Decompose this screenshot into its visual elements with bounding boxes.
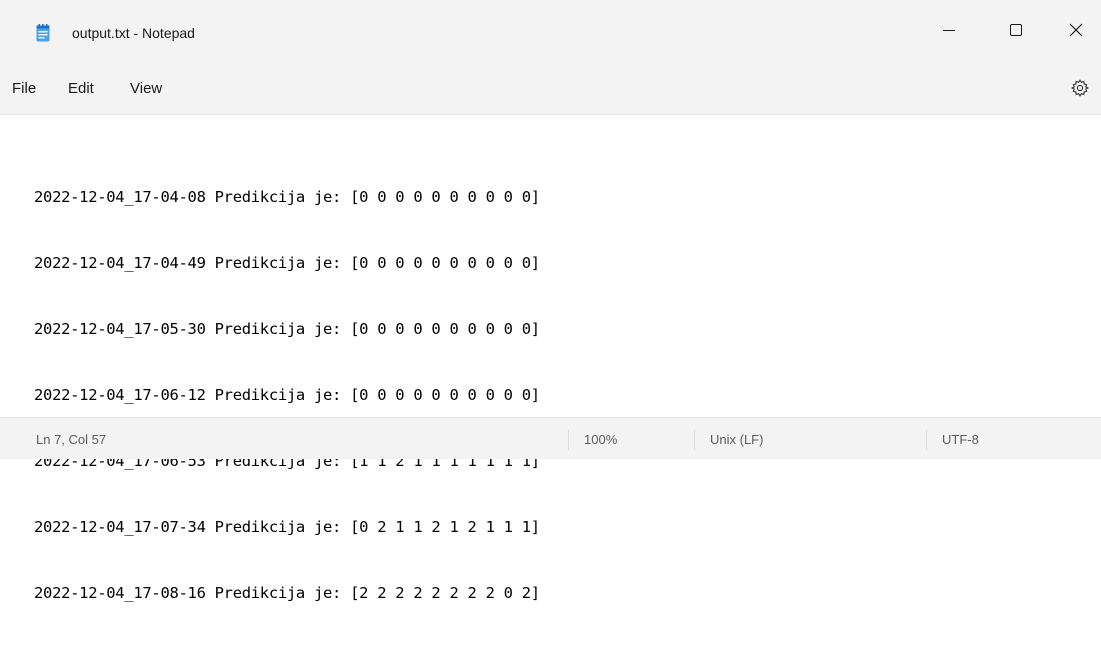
menu-view[interactable]: View xyxy=(130,79,162,99)
line-ending[interactable]: Unix (LF) xyxy=(710,432,763,448)
maximize-icon xyxy=(1010,23,1022,41)
status-divider xyxy=(694,430,695,450)
text-line: 2022-12-04_17-04-49 Predikcija je: [0 0 … xyxy=(34,254,540,272)
text-editor[interactable]: 2022-12-04_17-04-08 Predikcija je: [0 0 … xyxy=(0,114,1101,602)
gear-icon[interactable] xyxy=(1070,78,1090,98)
text-line: 2022-12-04_17-04-08 Predikcija je: [0 0 … xyxy=(34,188,540,206)
menu-edit[interactable]: Edit xyxy=(68,79,94,99)
status-divider xyxy=(926,430,927,450)
title-bar[interactable]: output.txt - Notepad xyxy=(0,0,1101,64)
encoding[interactable]: UTF-8 xyxy=(942,432,979,448)
minimize-icon xyxy=(943,23,955,41)
close-icon xyxy=(1069,23,1083,42)
maximize-button[interactable] xyxy=(993,10,1039,54)
notepad-icon xyxy=(36,24,50,42)
notepad-window: output.txt - Notepad File Edit View 2022… xyxy=(0,0,1101,602)
minimize-button[interactable] xyxy=(926,10,972,54)
text-line: 2022-12-04_17-06-12 Predikcija je: [0 0 … xyxy=(34,386,540,404)
close-button[interactable] xyxy=(1053,10,1099,54)
editor-content: 2022-12-04_17-04-08 Predikcija je: [0 0 … xyxy=(34,142,540,648)
zoom-level[interactable]: 100% xyxy=(584,432,617,448)
cursor-position: Ln 7, Col 57 xyxy=(36,432,107,447)
status-bar: Ln 7, Col 57 100% Unix (LF) UTF-8 xyxy=(0,417,1101,459)
text-line: 2022-12-04_17-08-16 Predikcija je: [2 2 … xyxy=(34,584,540,602)
window-title: output.txt - Notepad xyxy=(72,25,195,41)
text-line: 2022-12-04_17-05-30 Predikcija je: [0 0 … xyxy=(34,320,540,338)
menu-file[interactable]: File xyxy=(12,79,36,99)
text-line: 2022-12-04_17-07-34 Predikcija je: [0 2 … xyxy=(34,518,540,536)
status-divider xyxy=(568,430,569,450)
menu-bar: File Edit View xyxy=(0,64,1101,114)
